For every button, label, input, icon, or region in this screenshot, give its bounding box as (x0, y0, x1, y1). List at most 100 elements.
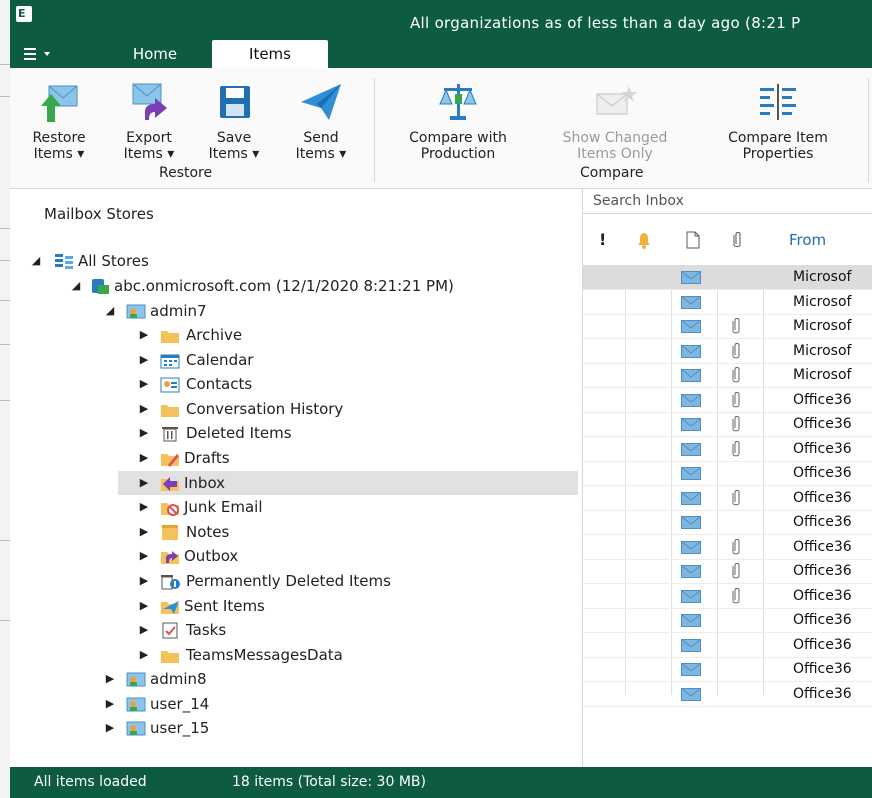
envelope-icon (681, 295, 701, 309)
status-bar: All items loaded 18 items (Total size: 3… (10, 767, 872, 798)
collapsed-arrow-icon[interactable]: ▶ (138, 594, 150, 618)
tree-folder-junk-email[interactable]: ▶ Junk Email (10, 495, 570, 519)
tree-folder-outbox[interactable]: ▶ Outbox (10, 544, 570, 568)
tree-folder-teamsmessagesdata[interactable]: ▶ TeamsMessagesData (10, 643, 570, 667)
attachment-column-icon[interactable] (731, 231, 743, 261)
message-row[interactable]: Microsof (583, 339, 872, 364)
message-row[interactable]: Office36 (583, 461, 872, 486)
tree-folder-label: Archive (186, 326, 243, 344)
mailbox-tree-panel: Mailbox Stores ◢ All Stores ◢ abc.onmicr… (10, 189, 583, 767)
message-row[interactable]: Office36 (583, 608, 872, 633)
collapsed-arrow-icon[interactable]: ▶ (138, 421, 150, 445)
message-row[interactable]: Office36 (583, 559, 872, 584)
mailbox-user-icon (126, 721, 146, 736)
message-row[interactable]: Office36 (583, 682, 872, 707)
collapsed-arrow-icon[interactable]: ▶ (138, 618, 150, 642)
tree-folder-conversation-history[interactable]: ▶ Conversation History (10, 397, 570, 421)
tab-items[interactable]: Items (212, 40, 328, 68)
reminder-bell-icon[interactable] (635, 231, 653, 261)
tree-folder-archive[interactable]: ▶ Archive (10, 323, 570, 347)
collapsed-arrow-icon[interactable]: ▶ (138, 323, 150, 347)
restore-items-label: Restore Items ▾ (32, 130, 86, 162)
mailbox-user-icon (126, 697, 146, 712)
collapsed-arrow-icon[interactable]: ▶ (138, 471, 150, 495)
restore-group-label: Restore (159, 165, 213, 181)
tree-node-organization[interactable]: ◢ abc.onmicrosoft.com (12/1/2020 8:21:21… (10, 274, 570, 298)
collapsed-arrow-icon[interactable]: ▶ (138, 446, 150, 470)
restore-items-button[interactable]: Restore Items ▾ (14, 74, 104, 164)
folder-folder-icon (161, 331, 179, 343)
save-items-label: Save Items ▾ (208, 130, 260, 162)
collapsed-arrow-icon[interactable]: ▶ (138, 520, 150, 544)
tree-folder-drafts[interactable]: ▶ Drafts (10, 446, 570, 470)
message-row[interactable]: Office36 (583, 510, 872, 535)
collapsed-arrow-icon[interactable]: ▶ (138, 569, 150, 593)
search-inbox-input[interactable]: Search Inbox (583, 189, 872, 214)
save-items-button[interactable]: Save Items ▾ (194, 74, 274, 164)
item-type-column-icon[interactable] (685, 231, 701, 261)
message-row[interactable]: Office36 (583, 388, 872, 413)
tree-folder-tasks[interactable]: ▶ Tasks (10, 618, 570, 642)
tree-node-mailbox-admin8[interactable]: ▶ admin8 (10, 667, 570, 691)
attachment-icon (732, 489, 740, 505)
message-row[interactable]: Office36 (583, 584, 872, 609)
importance-column-icon[interactable]: ! (599, 225, 606, 255)
message-from: Office36 (793, 489, 852, 506)
tree-folder-notes[interactable]: ▶ Notes (10, 520, 570, 544)
send-paper-plane-icon (301, 84, 341, 120)
message-row[interactable]: Microsof (583, 363, 872, 388)
compare-item-properties-button[interactable]: Compare Item Properties (706, 74, 850, 164)
message-row[interactable]: Office36 (583, 412, 872, 437)
tree-folder-contacts[interactable]: ▶ Contacts (10, 372, 570, 396)
tree-folder-label: Inbox (184, 473, 226, 492)
message-row[interactable]: Office36 (583, 437, 872, 462)
main-menu-button[interactable] (24, 44, 64, 64)
tree-folder-permanently-deleted-items[interactable]: ▶ Permanently Deleted Items (10, 569, 570, 593)
tree-folder-sent-items[interactable]: ▶ Sent Items (10, 594, 570, 618)
tree-node-label: admin8 (150, 670, 207, 688)
folder-folder-icon (161, 404, 179, 417)
compare-with-production-button[interactable]: Compare with Production (384, 74, 532, 164)
collapsed-arrow-icon[interactable]: ▶ (104, 667, 116, 691)
collapsed-arrow-icon[interactable]: ▶ (138, 348, 150, 372)
from-column-header[interactable]: From (789, 225, 826, 255)
attachment-icon (732, 367, 740, 383)
message-from: Office36 (793, 563, 852, 579)
collapsed-arrow-icon[interactable]: ▶ (138, 643, 150, 667)
attachment-icon (732, 318, 740, 334)
tree-node-mailbox-admin7[interactable]: ◢ admin7 (10, 299, 570, 323)
message-row[interactable]: Office36 (583, 486, 872, 511)
tree-folder-calendar[interactable]: ▶ Calendar (10, 348, 570, 372)
send-items-button[interactable]: Send Items ▾ (276, 74, 366, 164)
collapsed-arrow-icon[interactable]: ▶ (138, 544, 150, 568)
status-items-count: 18 items (Total size: 30 MB) (232, 774, 426, 790)
envelope-icon (681, 687, 701, 701)
tree-folder-deleted-items[interactable]: ▶ Deleted Items (10, 421, 570, 445)
message-row[interactable]: Office36 (583, 633, 872, 658)
message-row[interactable]: Office36 (583, 657, 872, 682)
tree-node-label: user_14 (150, 694, 210, 713)
calendar-folder-icon (160, 354, 180, 369)
collapsed-arrow-icon[interactable]: ▶ (104, 716, 116, 740)
message-row[interactable]: Microsof (583, 290, 872, 315)
tab-home[interactable]: Home (110, 40, 200, 68)
tree-folder-label: Outbox (184, 547, 239, 566)
collapsed-arrow-icon[interactable]: ▶ (138, 495, 150, 519)
hamburger-icon (24, 48, 50, 60)
collapsed-arrow-icon[interactable]: ▶ (104, 692, 116, 716)
message-from: Office36 (793, 661, 852, 677)
message-row[interactable]: Microsof (583, 265, 872, 290)
message-row[interactable]: Office36 (583, 535, 872, 560)
tree-node-mailbox-user-15[interactable]: ▶ user_15 (10, 716, 570, 740)
collapsed-arrow-icon[interactable]: ▶ (138, 372, 150, 396)
export-items-button[interactable]: Export Items ▾ (104, 74, 194, 164)
message-row[interactable]: Microsof (583, 314, 872, 339)
tree-folder-inbox[interactable]: ▶ Inbox (118, 470, 578, 495)
ribbon-tabs: Home Items (10, 40, 872, 68)
tree-node-all-stores[interactable]: ◢ All Stores (10, 249, 570, 273)
tree-folder-label: TeamsMessagesData (186, 645, 343, 664)
tree-node-mailbox-user-14[interactable]: ▶ user_14 (10, 692, 570, 716)
collapsed-arrow-icon[interactable]: ▶ (138, 397, 150, 421)
tree-folder-label: Tasks (186, 621, 227, 640)
window-title: All organizations as of less than a day … (410, 14, 801, 32)
